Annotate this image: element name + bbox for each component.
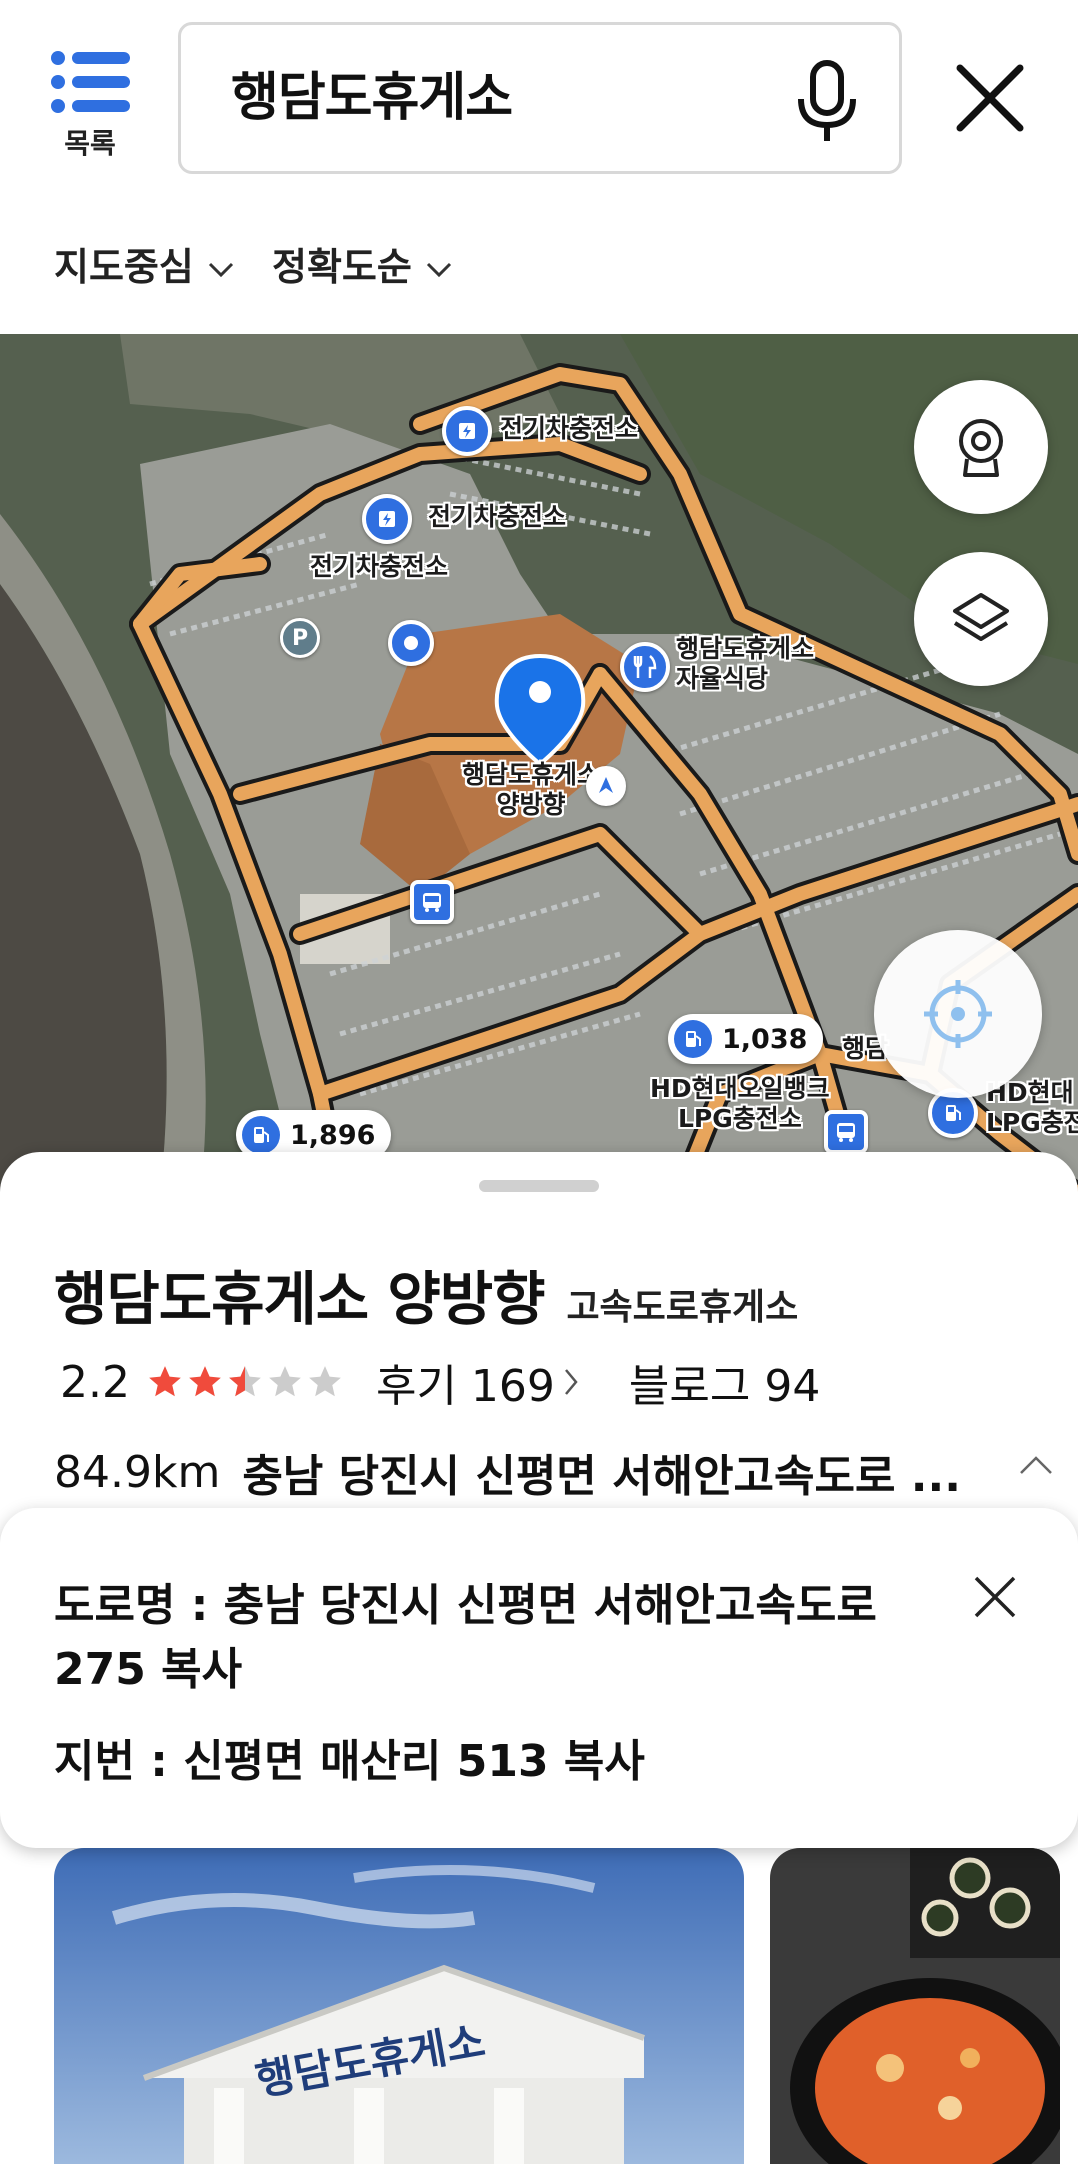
star-icon <box>149 1366 181 1397</box>
map-label-gas-station: HD현대 LPG충전 <box>986 1078 1078 1137</box>
map-label-gas-station: HD현대오일뱅크 LPG충전소 <box>650 1074 830 1133</box>
map-layers-button[interactable] <box>914 552 1048 686</box>
fuel-icon[interactable] <box>586 766 626 806</box>
blog-link[interactable]: 블로그 94 <box>629 1350 820 1414</box>
filter-label: 정확도순 <box>272 245 412 289</box>
gas-price-tag[interactable]: 1,038 <box>668 1014 824 1064</box>
gas-station-icon <box>674 1020 712 1058</box>
layers-icon <box>953 593 1009 641</box>
mic-icon[interactable] <box>795 59 859 143</box>
map-label-ev: 전기차충전소 <box>500 414 639 443</box>
rating-row: 2.2 후기 169 블로그 94 <box>60 1350 820 1414</box>
star-icon <box>189 1366 221 1397</box>
sheet-drag-handle[interactable] <box>479 1180 599 1192</box>
place-name: 행담도휴게소 양방향 <box>54 1265 545 1333</box>
road-address-copy[interactable]: 275 복사 <box>54 1638 242 1702</box>
close-icon[interactable] <box>972 1574 1018 1620</box>
close-icon[interactable] <box>952 60 1028 136</box>
bus-stop-icon[interactable] <box>824 1110 868 1154</box>
chevron-up-icon[interactable] <box>1018 1454 1054 1476</box>
list-button[interactable]: 목록 <box>40 50 140 170</box>
star-half-icon <box>229 1366 261 1397</box>
title-row: 행담도휴게소 양방향 고속도로휴게소 <box>54 1252 798 1336</box>
search-query: 행담도휴게소 <box>231 68 513 128</box>
star-icon <box>269 1366 301 1397</box>
star-icon <box>309 1366 341 1397</box>
jibun-address[interactable]: 지번 : 신평면 매산리 513 복사 <box>54 1730 645 1794</box>
place-category: 고속도로휴게소 <box>566 1287 799 1328</box>
photo-strip: 행담도휴게소 <box>0 1848 1078 2164</box>
food-photo <box>770 1848 1060 2164</box>
map-label-ev: 전기차충전소 <box>310 552 449 581</box>
filter-bar: 지도중심 정확도순 <box>0 225 1078 310</box>
building-photo: 행담도휴게소 <box>54 1848 744 2164</box>
ev-charger-icon[interactable] <box>362 494 412 544</box>
list-label: 목록 <box>64 127 116 160</box>
rating-stars <box>146 1363 344 1401</box>
ev-charger-icon[interactable] <box>442 406 492 456</box>
rating-value: 2.2 <box>60 1356 130 1408</box>
reviews-label: 후기 169 <box>375 1361 555 1412</box>
gas-price: 1,038 <box>722 1023 808 1055</box>
address-row[interactable]: 84.9km 충남 당진시 신평면 서해안고속도로 ... <box>54 1442 1054 1502</box>
map-label-restaurant: 행담도휴게소 자율식당 <box>676 634 815 693</box>
top-bar: 목록 행담도휴게소 <box>0 0 1078 200</box>
distance: 84.9km <box>54 1446 221 1498</box>
street-view-button[interactable] <box>914 380 1048 514</box>
chevron-down-icon <box>208 262 233 277</box>
street-view-icon <box>959 419 1003 477</box>
crosshair-icon <box>924 980 992 1048</box>
filter-map-center[interactable]: 지도중심 <box>54 225 234 310</box>
place-photo[interactable]: 행담도휴게소 <box>54 1848 744 2164</box>
my-location-button[interactable] <box>874 930 1042 1098</box>
road-address-line: 도로명 : 충남 당진시 신평면 서해안고속도로 <box>54 1580 877 1631</box>
map-label-ev: 전기차충전소 <box>428 502 567 531</box>
parking-icon[interactable]: P <box>280 618 320 658</box>
list-icon <box>51 51 130 113</box>
chevron-right-icon <box>564 1369 578 1395</box>
search-input[interactable]: 행담도휴게소 <box>178 22 902 174</box>
restaurant-icon[interactable] <box>620 642 670 692</box>
address-short: 충남 당진시 신평면 서해안고속도로 ... <box>242 1451 961 1502</box>
reviews-link[interactable]: 후기 169 <box>376 1350 579 1414</box>
address-detail-popup: 도로명 : 충남 당진시 신평면 서해안고속도로 275 복사 지번 : 신평면… <box>0 1508 1078 1848</box>
gas-station-icon <box>242 1116 280 1154</box>
map-label-main: 행담도휴게소 양방향 <box>462 760 601 819</box>
gas-price: 1,896 <box>290 1119 376 1151</box>
filter-label: 지도중심 <box>54 245 194 289</box>
chevron-down-icon <box>426 262 451 277</box>
poi-dot-icon[interactable] <box>388 620 434 666</box>
filter-accuracy[interactable]: 정확도순 <box>272 225 452 310</box>
place-photo[interactable] <box>770 1848 1060 2164</box>
bus-stop-icon[interactable] <box>410 880 454 924</box>
